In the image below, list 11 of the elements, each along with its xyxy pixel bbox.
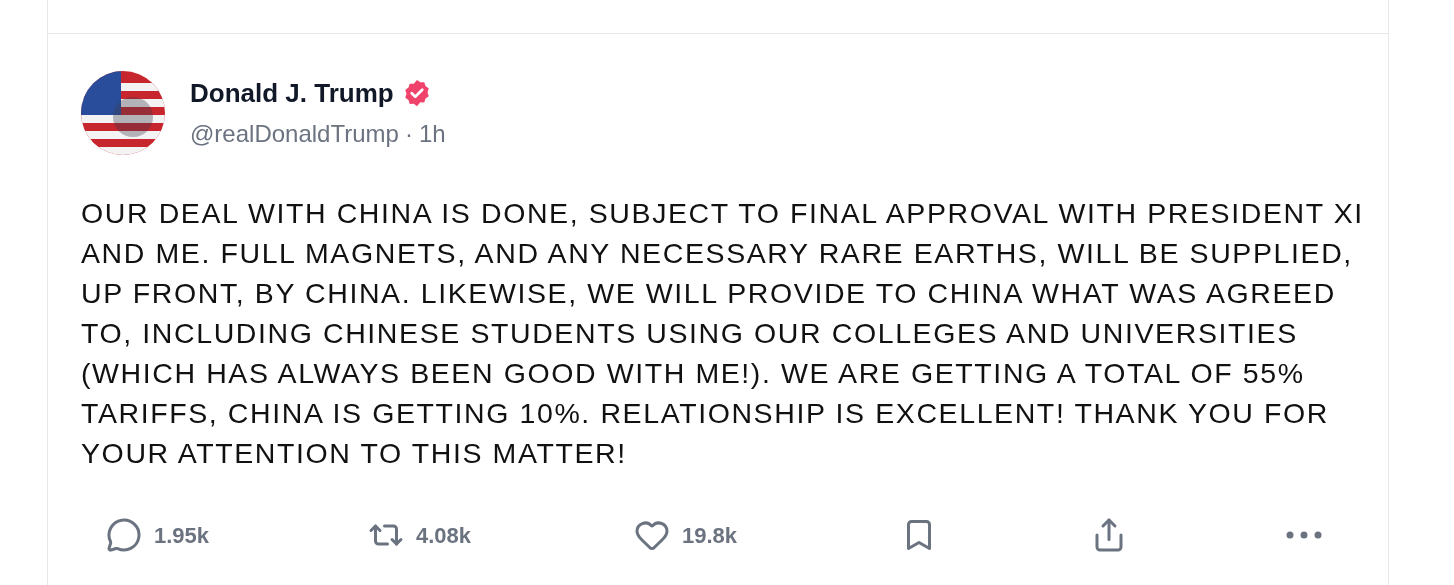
author-handle[interactable]: @realDonaldTrump (190, 119, 399, 149)
repost-button[interactable]: 4.08k (368, 517, 472, 553)
author-name[interactable]: Donald J. Trump (190, 77, 394, 109)
like-button[interactable]: 19.8k (634, 517, 738, 553)
reply-button[interactable]: 1.95k (106, 517, 210, 553)
post-text: OUR DEAL WITH CHINA IS DONE, SUBJECT TO FINAL APPROVAL WITH PRESIDENT XI AND ME. FULL MAGNETS, AND ANY NECESSARY RARE EARTHS, WILL BE SUPPLIED, UP FRONT, BY CHINA. LIKEWISE, WE WILL PROVIDE TO CHINA WHAT WAS AGREED TO, INCLUDING CHINESE STUDENTS USING OUR COLLEGES AND UNIVERSITIES (WHICH HAS ALWAYS BEEN GOOD WITH ME!). WE ARE GETTING A TOTAL OF 55% TARIFFS, CHINA IS GETTING 10%. RELATIONSHIP IS EXCELLENT! THANK YOU FOR YOUR ATTENTION TO THIS MATTER! (81, 196, 1365, 471)
more-icon (1286, 531, 1322, 539)
reply-icon (106, 517, 142, 553)
separator: · (404, 119, 413, 149)
post-time[interactable]: 1h (418, 119, 446, 149)
more-button[interactable] (1286, 531, 1322, 539)
